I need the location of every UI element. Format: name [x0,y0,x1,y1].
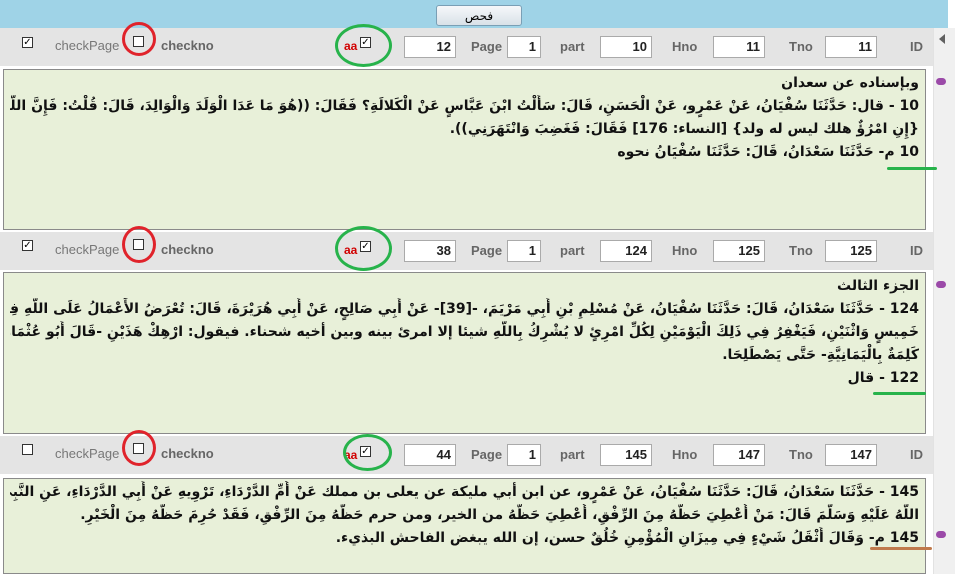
text-line: {إِنِ امْرُؤٌ هلك ليس له ولد} [النساء: 1… [449,121,919,137]
part-field[interactable]: 1 [507,36,541,58]
text-line: 124 - حَدَّثَنَا سَعْدَانُ، قَالَ: حَدَّ… [10,301,919,317]
tno-label: Tno [789,243,813,258]
tno-label: Tno [789,447,813,462]
tno-field[interactable]: 125 [713,240,765,262]
hno-field[interactable]: 145 [600,444,652,466]
text-line: وبإسناده عن سعدان [781,75,919,91]
check-button[interactable]: فحص [436,5,522,26]
text-line: خَمِيسٍ وَاثْنَيْنِ، فَيَغْفِرُ فِي ذَلِ… [10,324,919,340]
aa-checkbox[interactable]: ✓ [360,446,371,457]
page-label: Page [471,39,503,54]
tno-field[interactable]: 11 [713,36,765,58]
record-select-checkbox[interactable] [22,444,33,455]
green-underline-marker [873,392,926,395]
text-line: 122 - قال [847,370,919,386]
aa-label: aa [344,39,358,53]
text-line: 145 - حَدَّثَنَا سَعْدَانُ، قَالَ: حَدَّ… [10,484,919,500]
aa-label: aa [344,243,358,257]
part-label: part [560,243,585,258]
part-field[interactable]: 1 [507,240,541,262]
record-header: ✓ checkPage checkno aa ✓ 12 Page 1 part … [0,28,933,66]
aa-checkbox[interactable]: ✓ [360,37,371,48]
checkpage-checkbox[interactable] [133,443,144,454]
page-field[interactable]: 12 [404,36,456,58]
page-label: Page [471,243,503,258]
record-card: checkPage checkno aa ✓ 44 Page 1 part 14… [0,436,933,574]
record-select-checkbox[interactable]: ✓ [22,240,33,251]
record-card: ✓ checkPage checkno aa ✓ 12 Page 1 part … [0,28,933,230]
page-field[interactable]: 38 [404,240,456,262]
checkno-label: checkno [161,446,214,461]
page-field[interactable]: 44 [404,444,456,466]
id-field[interactable]: 125 [825,240,877,262]
text-line: كَلِمَةٌ بِالْيَمَانِيَّةِ- حَتَّى يَصْط… [722,347,919,363]
green-underline-marker [887,167,937,170]
record-header: ✓ checkPage checkno aa ✓ 38 Page 1 part … [0,232,933,270]
checkpage-label: checkPage [55,446,120,461]
text-line: 10 م- حَدَّثَنَا سَعْدَانُ، قَالَ: حَدَّ… [617,144,919,160]
scroll-left-arrow-icon[interactable] [939,34,945,44]
checkno-label: checkno [161,38,214,53]
scroll-marker [936,78,946,85]
hno-label: Hno [672,243,698,258]
text-line: 145 م- وَقَالَ أَثْقَلُ شَيْءٍ فِي مِيزَ… [335,530,919,546]
id-label: ID [910,243,923,258]
id-field[interactable]: 147 [825,444,877,466]
part-label: part [560,447,585,462]
top-toolbar: فحص [0,0,948,28]
text-line: الجزء الثالث [837,278,919,294]
checkpage-checkbox[interactable] [133,239,144,250]
record-card: ✓ checkPage checkno aa ✓ 38 Page 1 part … [0,232,933,434]
aa-checkbox[interactable]: ✓ [360,241,371,252]
scroll-marker [936,531,946,538]
hno-field[interactable]: 124 [600,240,652,262]
hno-field[interactable]: 10 [600,36,652,58]
record-header: checkPage checkno aa ✓ 44 Page 1 part 14… [0,436,933,474]
checkno-label: checkno [161,242,214,257]
checkpage-checkbox[interactable] [133,36,144,47]
id-field[interactable]: 11 [825,36,877,58]
text-line: 10 - قال: حَدَّثَنَا سُفْيَانُ، عَنْ عَم… [10,98,919,114]
checkpage-label: checkPage [55,242,120,257]
hno-label: Hno [672,39,698,54]
tno-label: Tno [789,39,813,54]
aa-label: aa [344,448,358,462]
vertical-scrollbar[interactable] [933,28,955,574]
record-select-checkbox[interactable]: ✓ [22,37,33,48]
tno-field[interactable]: 147 [713,444,765,466]
orange-underline-marker [870,547,932,550]
hadith-text-area[interactable]: وبإسناده عن سعدان 10 - قال: حَدَّثَنَا س… [3,69,926,230]
page-label: Page [471,447,503,462]
part-field[interactable]: 1 [507,444,541,466]
id-label: ID [910,447,923,462]
hadith-text-area[interactable]: 145 - حَدَّثَنَا سَعْدَانُ، قَالَ: حَدَّ… [3,478,926,574]
part-label: part [560,39,585,54]
id-label: ID [910,39,923,54]
hadith-text-area[interactable]: الجزء الثالث 124 - حَدَّثَنَا سَعْدَانُ،… [3,272,926,434]
hno-label: Hno [672,447,698,462]
scroll-marker [936,281,946,288]
checkpage-label: checkPage [55,38,120,53]
text-line: اللَّهُ عَلَيْهِ وَسَلَّمَ قَالَ: مَنْ أ… [80,507,919,523]
